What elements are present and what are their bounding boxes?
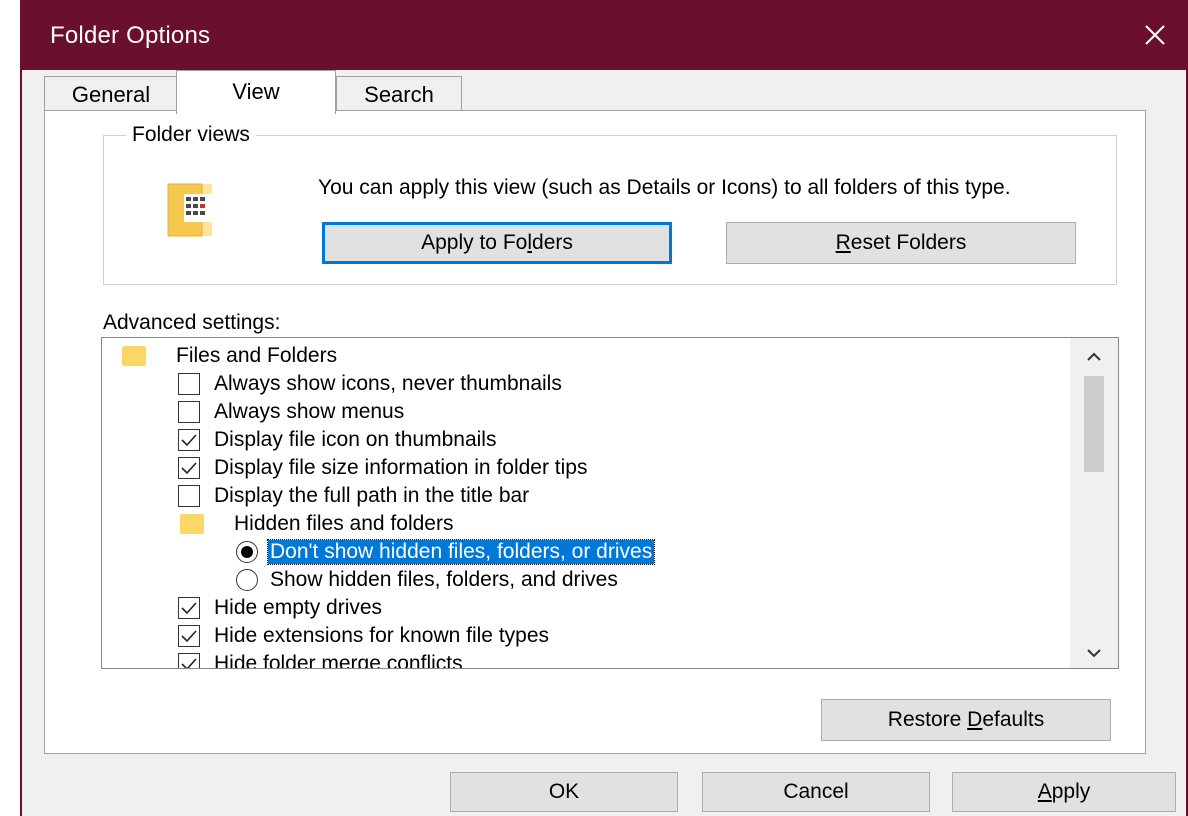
tree-folder-hidden-files[interactable]: Hidden files and folders [180, 510, 453, 538]
tree-item-label: Hide empty drives [214, 596, 383, 619]
checkmark-icon [181, 658, 197, 668]
window-title: Folder Options [50, 22, 211, 49]
checkbox-unchecked[interactable] [178, 401, 200, 423]
tree-item-label: Show hidden files, folders, and drives [270, 568, 618, 591]
apply-button[interactable]: Apply [952, 772, 1176, 812]
tab-search[interactable]: Search [336, 76, 462, 112]
reset-folders-button[interactable]: Reset Folders [726, 222, 1076, 264]
checkbox-hide-extensions[interactable]: Hide extensions for known file types [178, 622, 549, 650]
radio-selected[interactable] [236, 541, 258, 563]
cancel-label: Cancel [783, 780, 849, 803]
tab-search-label: Search [364, 81, 434, 107]
restore-defaults-button[interactable]: Restore Defaults [821, 699, 1111, 741]
tree-item-label: Hide extensions for known file types [214, 624, 550, 647]
view-tab-panel: Folder views You can apply this view (su… [44, 110, 1146, 754]
checkmark-icon [181, 462, 197, 475]
checkmark-icon [181, 434, 197, 447]
checkbox-always-show-menus[interactable]: Always show menus [178, 398, 404, 426]
radio-unselected[interactable] [236, 569, 258, 591]
folder-icon [180, 514, 204, 534]
tree-item-label: Display file size information in folder … [214, 456, 588, 479]
checkmark-icon [181, 602, 197, 615]
cancel-button[interactable]: Cancel [702, 772, 930, 812]
tree-item-label: Hide folder merge conflicts [214, 652, 463, 669]
folder-views-group: Folder views You can apply this view (su… [103, 123, 1117, 285]
ok-button[interactable]: OK [450, 772, 678, 812]
tab-view[interactable]: View [176, 70, 336, 114]
folder-views-legend: Folder views [126, 123, 256, 147]
tree-item-label: Always show icons, never thumbnails [214, 372, 562, 395]
apply-to-folders-button[interactable]: Apply to Folders [322, 222, 672, 264]
scroll-down-button[interactable] [1070, 638, 1118, 668]
reset-folders-label: Reset Folders [835, 231, 967, 254]
checkbox-display-file-icon[interactable]: Display file icon on thumbnails [178, 426, 496, 454]
ok-label: OK [548, 780, 580, 803]
close-button[interactable] [1120, 0, 1188, 70]
tab-view-label: View [232, 79, 280, 104]
apply-to-folders-label: Apply to Folders [421, 231, 573, 254]
checkbox-checked[interactable] [178, 597, 200, 619]
scroll-thumb[interactable] [1084, 376, 1104, 472]
checkbox-checked[interactable] [178, 429, 200, 451]
tab-general[interactable]: General [44, 76, 178, 112]
tree-item-label: Files and Folders [176, 344, 338, 367]
restore-defaults-label: Restore Defaults [887, 708, 1045, 731]
chevron-up-icon [1087, 352, 1101, 361]
checkbox-checked[interactable] [178, 457, 200, 479]
checkbox-unchecked[interactable] [178, 485, 200, 507]
folder-views-description: You can apply this view (such as Details… [318, 176, 1011, 199]
apply-label: Apply [1037, 780, 1091, 803]
tree-item-label: Hidden files and folders [234, 512, 454, 535]
checkmark-icon [181, 630, 197, 643]
vertical-scrollbar[interactable] [1070, 338, 1118, 668]
advanced-settings-label: Advanced settings: [103, 311, 281, 334]
checkbox-hide-merge-conflicts[interactable]: Hide folder merge conflicts [178, 650, 463, 669]
tree-folder-files-and-folders[interactable]: Files and Folders [122, 342, 337, 370]
checkbox-always-show-icons[interactable]: Always show icons, never thumbnails [178, 370, 562, 398]
scroll-up-button[interactable] [1070, 342, 1118, 372]
folder-icon [122, 346, 146, 366]
folder-view-icon [166, 182, 214, 243]
tree-item-label-selected: Don't show hidden files, folders, or dri… [266, 539, 656, 565]
tree-item-label: Display the full path in the title bar [214, 484, 530, 507]
checkbox-unchecked[interactable] [178, 373, 200, 395]
tree-item-label: Display file icon on thumbnails [214, 428, 497, 451]
radio-dont-show-hidden[interactable]: Don't show hidden files, folders, or dri… [236, 538, 656, 566]
checkbox-checked[interactable] [178, 625, 200, 647]
folder-options-dialog: Folder Options General View Search Folde… [20, 0, 1188, 816]
close-icon [1145, 25, 1165, 45]
title-bar: Folder Options [20, 0, 1188, 70]
checkbox-display-file-size[interactable]: Display file size information in folder … [178, 454, 588, 482]
checkbox-hide-empty-drives[interactable]: Hide empty drives [178, 594, 382, 622]
tab-general-label: General [71, 81, 151, 107]
advanced-settings-tree[interactable]: Files and Folders Always show icons, nev… [101, 337, 1119, 669]
radio-show-hidden[interactable]: Show hidden files, folders, and drives [236, 566, 618, 594]
chevron-down-icon [1087, 649, 1101, 658]
checkbox-display-full-path[interactable]: Display the full path in the title bar [178, 482, 529, 510]
tree-item-label: Always show menus [214, 400, 405, 423]
checkbox-checked[interactable] [178, 653, 200, 668]
